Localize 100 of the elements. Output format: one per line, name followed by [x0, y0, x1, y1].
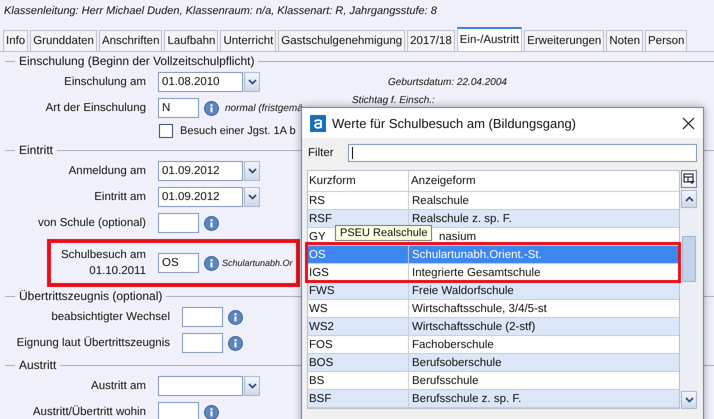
table-row[interactable]: BSF Berufsschule z. sp. F.: [308, 390, 679, 408]
scroll-up-icon[interactable]: [681, 190, 697, 208]
tab[interactable]: Laufbahn: [164, 30, 218, 51]
filter-field[interactable]: [348, 144, 697, 162]
date-field[interactable]: 01.08.2010: [158, 72, 243, 92]
section-title: Eintritt: [19, 143, 54, 157]
code-field[interactable]: OS: [158, 253, 199, 273]
info-icon[interactable]: [204, 100, 219, 116]
filter-label: Filter: [308, 147, 335, 159]
table-cell-text: Fachoberschule: [411, 338, 495, 352]
date-field[interactable]: 01.09.2012: [158, 187, 243, 207]
table-row[interactable]: RS Realschule: [308, 192, 679, 210]
field-note: normal (fristgemä: [225, 102, 303, 114]
table-row[interactable]: BOS Berufsoberschule: [308, 354, 679, 372]
caret-icon: [248, 79, 256, 85]
table-cell: WS: [308, 300, 409, 317]
table-cell: RS: [308, 192, 409, 209]
table-cell: WS2: [308, 318, 409, 335]
table-row[interactable]: WS Wirtschaftsschule, 3/4/5-st: [308, 300, 679, 318]
table-cell-text: Wirtschaftsschule (2-stf): [411, 320, 536, 334]
checkbox[interactable]: [159, 124, 173, 138]
dropdown-button[interactable]: [244, 376, 260, 396]
date-field[interactable]: 01.09.2012: [158, 161, 243, 181]
table-cell: OS: [308, 246, 409, 263]
field-label: Eintritt am: [94, 190, 146, 205]
table-cell: IGS: [308, 264, 409, 281]
caret-icon: [248, 194, 256, 200]
table-cell-text: Freie Waldorfschule: [411, 284, 515, 298]
table-cell-text: Realschule: [411, 194, 470, 208]
code-field[interactable]: [158, 402, 199, 419]
table-cell-text: Berufsoberschule: [411, 356, 502, 370]
field-label: Austritt am: [91, 379, 146, 394]
section-title: Einschulung (Beginn der Vollzeitschulpflicht): [19, 54, 254, 68]
tab[interactable]: Noten: [606, 30, 643, 51]
code-field[interactable]: N: [158, 98, 199, 118]
info-icon[interactable]: [204, 216, 219, 230]
table-row[interactable]: FOS Fachoberschule: [308, 336, 679, 354]
class-info-text: Klassenleitung: Herr Michael Duden, Klassenraum: n/a, Klassenart: R, Jahrgangsstufe: 8: [3, 4, 438, 19]
column-chooser-icon[interactable]: [681, 170, 697, 188]
date-field[interactable]: [158, 376, 243, 396]
tooltip: PSEU Realschule: [335, 225, 432, 241]
tab[interactable]: Erweiterungen: [524, 30, 604, 51]
field-label: von Schule (optional): [38, 216, 146, 231]
table-cell: FWS: [308, 282, 409, 299]
caret-icon: [248, 383, 256, 389]
table-cell-text: Schulartunabh.Orient.-St.: [411, 248, 543, 262]
table-row[interactable]: OS Schulartunabh.Orient.-St.: [308, 246, 679, 264]
code-field[interactable]: [182, 307, 223, 327]
info-icon[interactable]: [204, 404, 219, 419]
scroll-down-icon[interactable]: [681, 391, 697, 409]
field-label: Eignung laut Übertrittszeugnis: [16, 335, 170, 351]
table-row[interactable]: WS2 Wirtschaftsschule (2-stf): [308, 318, 679, 336]
info-icon[interactable]: [228, 336, 243, 350]
code-field[interactable]: [182, 333, 223, 353]
column-header[interactable]: Kurzform: [308, 171, 409, 191]
table-cell-text: Realschule z. sp. F.: [411, 212, 513, 226]
field-label: beabsichtigter Wechsel: [51, 310, 170, 325]
table-cell: BOS: [308, 354, 409, 371]
section-title: Übertrittszeugnis (optional): [19, 289, 162, 303]
tab[interactable]: 2017/18: [407, 30, 455, 51]
tab[interactable]: Grunddaten: [30, 30, 97, 51]
tab[interactable]: Unterricht: [220, 30, 276, 51]
field-label: Schulbesuch am: [60, 248, 146, 263]
field-label: Anmeldung am: [68, 164, 146, 179]
table-row[interactable]: FWS Freie Waldorfschule: [308, 282, 679, 300]
table-row[interactable]: RSF Realschule z. sp. F.: [308, 210, 679, 228]
table-cell: BS: [308, 372, 409, 389]
table-cell-text: Berufsschule: [411, 374, 480, 388]
field-label: 01.10.2011: [89, 264, 146, 279]
checkbox-label: Besuch einer Jgst. 1A b: [180, 125, 296, 137]
field-note: Geburtsdatum: 22.04.2004: [388, 76, 507, 88]
code-field[interactable]: [158, 213, 199, 233]
table-cell-text: Berufsschule z. sp. F.: [411, 392, 522, 406]
scrollbar-thumb[interactable]: [682, 236, 696, 282]
dialog-title: Werte für Schulbesuch am (Bildungsgang): [332, 116, 577, 130]
close-button[interactable]: [682, 116, 695, 130]
section-title: Austritt: [19, 358, 56, 372]
info-icon[interactable]: [204, 256, 219, 270]
info-icon[interactable]: [228, 310, 243, 324]
column-header[interactable]: Anzeigeform: [409, 171, 679, 191]
tab[interactable]: Person: [645, 30, 688, 51]
field-label: Art der Einschulung: [46, 101, 146, 116]
table-cell-text: Integrierte Gesamtschule: [411, 266, 542, 280]
dropdown-button[interactable]: [244, 187, 260, 207]
table-cell: FOS: [308, 336, 409, 353]
dropdown-button[interactable]: [244, 72, 260, 92]
field-note: Schulartunabh.Or: [222, 258, 293, 268]
tab[interactable]: Info: [3, 30, 28, 51]
dropdown-button[interactable]: [244, 161, 260, 181]
caret-icon: [248, 168, 256, 174]
table-cell: BSF: [308, 390, 409, 407]
field-label: Einschulung am: [64, 75, 146, 90]
field-label: Austritt/Übertritt wohin: [32, 404, 146, 419]
app-logo-icon: [310, 114, 326, 132]
tab[interactable]: Anschriften: [98, 30, 162, 51]
table-cell-text: Wirtschaftsschule, 3/4/5-st: [411, 302, 548, 316]
field-note: Stichtag f. Einsch.:: [352, 95, 435, 106]
table-row[interactable]: BS Berufsschule: [308, 372, 679, 390]
tab[interactable]: Gastschulgenehmigung: [278, 30, 406, 51]
tab[interactable]: Ein-/Austritt: [456, 27, 522, 51]
